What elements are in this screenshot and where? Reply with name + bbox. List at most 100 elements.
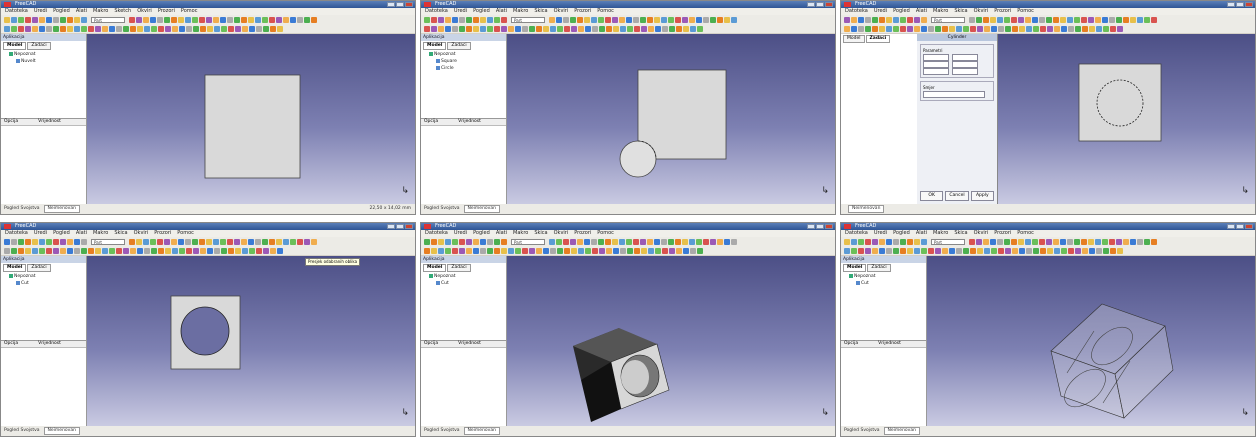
tree-document[interactable]: Nepoznat <box>4 51 86 58</box>
menu-sketch[interactable]: Skica <box>114 230 127 237</box>
menu-edit[interactable]: Uredi <box>874 230 887 237</box>
open-icon[interactable] <box>179 247 185 254</box>
undo-icon[interactable] <box>143 238 149 245</box>
menu-view[interactable]: Pogled <box>473 8 490 15</box>
cone-icon[interactable] <box>907 247 913 254</box>
open-icon[interactable] <box>1103 25 1109 32</box>
menu-sketch[interactable]: Skica <box>954 230 967 237</box>
fit-all-icon[interactable] <box>627 247 633 254</box>
cylinder-icon[interactable] <box>137 25 143 32</box>
cone-icon[interactable] <box>1109 16 1115 23</box>
box-icon[interactable] <box>248 238 254 245</box>
open-icon[interactable] <box>599 247 605 254</box>
open-icon[interactable] <box>431 16 437 23</box>
save-icon[interactable] <box>18 247 24 254</box>
undo-icon[interactable] <box>529 25 535 32</box>
macro-record-icon[interactable] <box>585 247 591 254</box>
save-icon[interactable] <box>1110 247 1116 254</box>
save-icon[interactable] <box>438 247 444 254</box>
cone-icon[interactable] <box>655 247 661 254</box>
new-file-icon[interactable] <box>88 247 94 254</box>
boolean-cut-icon[interactable] <box>914 25 920 32</box>
cone-icon[interactable] <box>991 25 997 32</box>
menu-view[interactable]: Pogled <box>893 8 910 15</box>
new-file-icon[interactable] <box>592 247 598 254</box>
save-icon[interactable] <box>942 25 948 32</box>
macro-record-icon[interactable] <box>81 238 87 245</box>
redo-icon[interactable] <box>956 25 962 32</box>
boolean-cut-icon[interactable] <box>1116 238 1122 245</box>
x-input[interactable] <box>923 61 949 68</box>
cone-icon[interactable] <box>605 16 611 23</box>
redo-icon[interactable] <box>452 238 458 245</box>
tree-document[interactable]: Nepoznat <box>424 51 506 58</box>
open-icon[interactable] <box>179 25 185 32</box>
box-icon[interactable] <box>466 247 472 254</box>
boolean-cut-icon[interactable] <box>578 25 584 32</box>
boolean-cut-icon[interactable] <box>914 16 920 23</box>
tab-model[interactable]: Model <box>3 264 27 272</box>
new-file-icon[interactable] <box>1046 238 1052 245</box>
close-button[interactable] <box>405 224 413 229</box>
open-icon[interactable] <box>633 16 639 23</box>
fit-all-icon[interactable] <box>1081 16 1087 23</box>
cone-icon[interactable] <box>991 247 997 254</box>
box-icon[interactable] <box>46 25 52 32</box>
undo-icon[interactable] <box>1067 16 1073 23</box>
menu-windows[interactable]: Prozori <box>158 8 175 15</box>
menu-view[interactable]: Pogled <box>53 8 70 15</box>
macro-record-icon[interactable] <box>619 238 625 245</box>
fit-all-icon[interactable] <box>39 247 45 254</box>
new-file-icon[interactable] <box>4 25 10 32</box>
sphere-icon[interactable] <box>900 16 906 23</box>
save-icon[interactable] <box>976 16 982 23</box>
boolean-cut-icon[interactable] <box>242 25 248 32</box>
new-file-icon[interactable] <box>424 25 430 32</box>
sphere-icon[interactable] <box>262 16 268 23</box>
macro-record-icon[interactable] <box>1005 247 1011 254</box>
menu-view[interactable]: Pogled <box>893 230 910 237</box>
redo-icon[interactable] <box>536 25 542 32</box>
sphere-icon[interactable] <box>480 238 486 245</box>
direction-select[interactable] <box>923 91 985 98</box>
box-icon[interactable] <box>634 25 640 32</box>
fit-all-icon[interactable] <box>879 247 885 254</box>
macro-record-icon[interactable] <box>249 247 255 254</box>
maximize-button[interactable] <box>1236 2 1244 7</box>
menu-sketch[interactable]: Skica <box>534 8 547 15</box>
new-file-icon[interactable] <box>508 25 514 32</box>
cone-icon[interactable] <box>185 238 191 245</box>
fit-all-icon[interactable] <box>123 247 129 254</box>
undo-icon[interactable] <box>1067 238 1073 245</box>
tree-object[interactable]: Cut <box>4 280 86 287</box>
tree-document[interactable]: Nepoznat <box>424 273 506 280</box>
macro-record-icon[interactable] <box>501 247 507 254</box>
cone-icon[interactable] <box>67 25 73 32</box>
boolean-cut-icon[interactable] <box>662 247 668 254</box>
save-icon[interactable] <box>858 16 864 23</box>
cylinder-icon[interactable] <box>473 16 479 23</box>
macro-record-icon[interactable] <box>501 16 507 23</box>
3d-viewport[interactable]: ↳ <box>507 256 835 426</box>
redo-icon[interactable] <box>620 25 626 32</box>
open-icon[interactable] <box>683 247 689 254</box>
boolean-cut-icon[interactable] <box>74 16 80 23</box>
sphere-icon[interactable] <box>984 247 990 254</box>
cone-icon[interactable] <box>269 238 275 245</box>
cone-icon[interactable] <box>1075 25 1081 32</box>
redo-icon[interactable] <box>654 16 660 23</box>
new-file-icon[interactable] <box>256 25 262 32</box>
save-icon[interactable] <box>136 16 142 23</box>
angle-input[interactable] <box>952 68 978 75</box>
menu-help[interactable]: Pomoc <box>181 8 198 15</box>
boolean-cut-icon[interactable] <box>74 247 80 254</box>
box-icon[interactable] <box>248 16 254 23</box>
fit-all-icon[interactable] <box>123 25 129 32</box>
save-icon[interactable] <box>270 247 276 254</box>
new-file-icon[interactable] <box>676 247 682 254</box>
tab-model[interactable]: Model <box>423 42 447 50</box>
cylinder-icon[interactable] <box>171 16 177 23</box>
box-icon[interactable] <box>130 247 136 254</box>
sphere-icon[interactable] <box>984 25 990 32</box>
boolean-cut-icon[interactable] <box>494 247 500 254</box>
